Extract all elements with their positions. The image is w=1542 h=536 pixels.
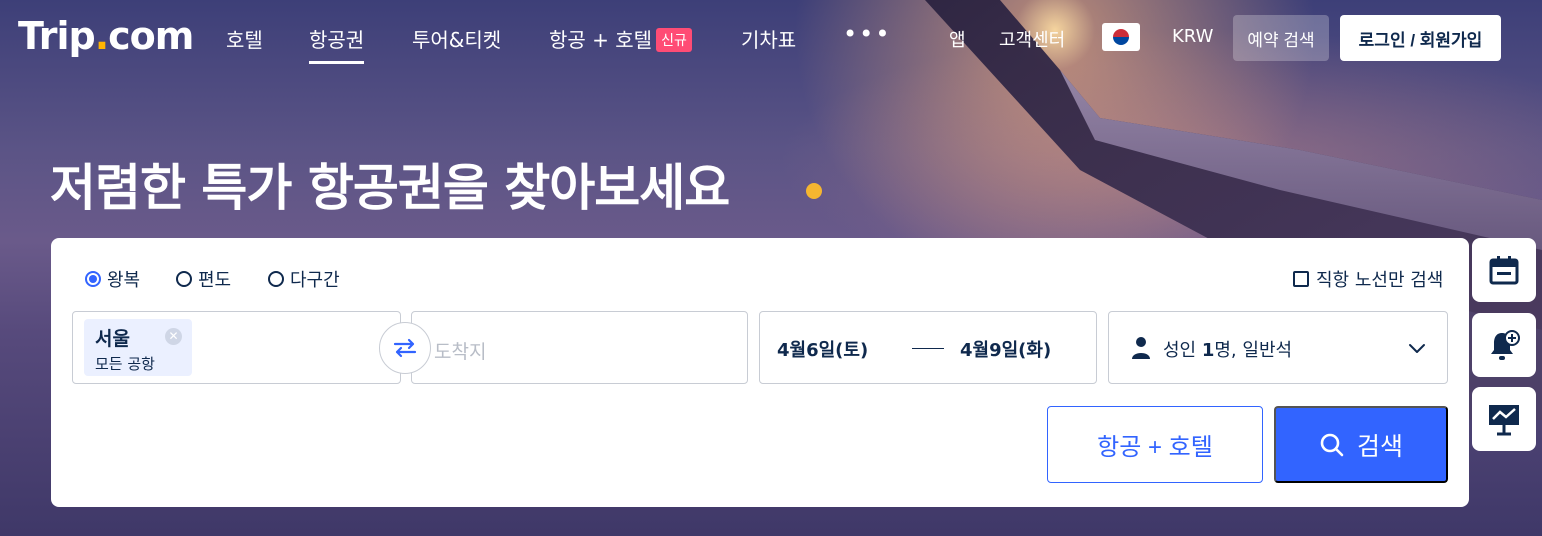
direct-only-option[interactable]: 직항 노선만 검색 xyxy=(1293,266,1443,292)
booking-search-button[interactable]: 예약 검색 xyxy=(1233,15,1329,61)
radio-multi-city[interactable] xyxy=(268,271,284,287)
trip-type-multicity[interactable]: 다구간 xyxy=(268,266,340,292)
login-signup-button[interactable]: 로그인 / 회원가입 xyxy=(1340,15,1501,61)
origin-field[interactable]: 서울 모든 공항 ✕ xyxy=(72,311,401,384)
date-field[interactable]: 4월6일(토) 4월9일(화) xyxy=(759,311,1097,384)
destination-field[interactable]: 도착지 xyxy=(411,311,748,384)
destination-placeholder: 도착지 xyxy=(434,341,487,363)
calendar-icon[interactable] xyxy=(1472,238,1536,302)
nav-item-hotels[interactable]: 호텔 xyxy=(226,24,263,53)
search-button[interactable]: 검색 xyxy=(1274,406,1448,483)
origin-airports: 모든 공항 xyxy=(95,355,155,373)
page-headline: 저렴한 특가 항공권을 찾아보세요 xyxy=(50,159,730,217)
return-date[interactable]: 4월9일(화) xyxy=(960,336,1051,362)
trip-type-multicity-label: 다구간 xyxy=(290,270,340,291)
direct-only-label: 직항 노선만 검색 xyxy=(1316,270,1444,291)
top-navigation: Trip.com 호텔 항공권 투어&티켓 항공 + 호텔 신규 기차표 ••• … xyxy=(0,0,1542,76)
origin-chip: 서울 모든 공항 ✕ xyxy=(84,319,192,376)
nav-item-tours-tickets[interactable]: 투어&티켓 xyxy=(412,24,501,53)
nav-item-trains[interactable]: 기차표 xyxy=(741,24,796,53)
price-trend-icon[interactable] xyxy=(1472,387,1536,451)
nav-item-flight-hotel-label: 항공 + 호텔 xyxy=(549,28,653,52)
korea-flag-icon[interactable] xyxy=(1102,23,1140,51)
flight-search-card: 왕복 편도 다구간 직항 노선만 검색 서울 모든 공항 ✕ 도착지 4월6일(… xyxy=(51,238,1469,507)
passenger-summary: 성인 1명, 일반석 xyxy=(1163,340,1293,361)
person-icon xyxy=(1132,337,1150,359)
more-menu-icon[interactable]: ••• xyxy=(843,20,891,48)
new-badge: 신규 xyxy=(656,28,692,52)
radio-round-trip[interactable] xyxy=(85,271,101,287)
trip-type-round[interactable]: 왕복 xyxy=(85,266,140,292)
app-link[interactable]: 앱 xyxy=(949,26,966,52)
trip-type-oneway-label: 편도 xyxy=(198,270,232,291)
search-icon xyxy=(1320,433,1344,456)
currency-selector[interactable]: KRW xyxy=(1172,26,1213,47)
customer-service-link[interactable]: 고객센터 xyxy=(999,26,1065,52)
price-alert-bell-icon[interactable] xyxy=(1472,313,1536,377)
clear-origin-icon[interactable]: ✕ xyxy=(165,328,182,345)
search-button-label: 검색 xyxy=(1356,432,1403,461)
depart-date[interactable]: 4월6일(토) xyxy=(777,336,868,362)
trip-type-oneway[interactable]: 편도 xyxy=(176,266,231,292)
radio-one-way[interactable] xyxy=(176,271,192,287)
nav-item-flight-hotel[interactable]: 항공 + 호텔 신규 xyxy=(549,24,692,53)
trip-com-logo[interactable]: Trip.com xyxy=(18,14,194,58)
nav-item-flights[interactable]: 항공권 xyxy=(309,24,365,64)
flight-hotel-button[interactable]: 항공 + 호텔 xyxy=(1047,406,1263,483)
trip-type-round-label: 왕복 xyxy=(107,270,141,291)
chevron-down-icon xyxy=(1409,344,1425,353)
swap-icon[interactable] xyxy=(379,322,431,374)
headline-accent-dot xyxy=(806,183,822,199)
passenger-class-selector[interactable]: 성인 1명, 일반석 xyxy=(1108,311,1448,384)
date-separator xyxy=(912,348,944,349)
direct-only-checkbox[interactable] xyxy=(1293,271,1309,287)
